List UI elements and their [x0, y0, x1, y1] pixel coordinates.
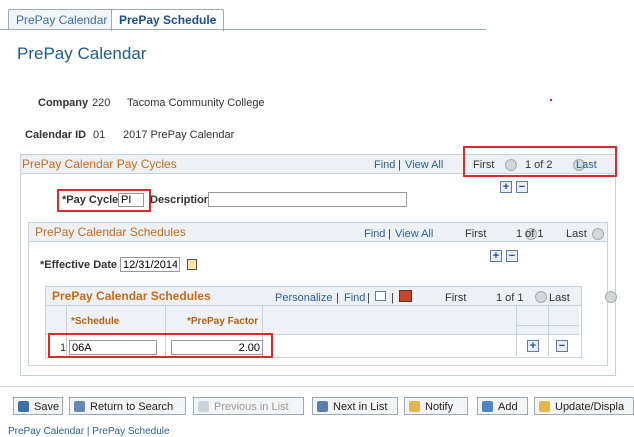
previous-in-list-label: Previous in List	[214, 401, 289, 413]
pay-cycles-find-link[interactable]: Find	[374, 159, 395, 171]
grid-column-header-row	[46, 306, 579, 335]
grid-title: PrePay Calendar Schedules	[52, 289, 211, 303]
add-row-icon[interactable]: +	[490, 250, 502, 262]
effective-date-input[interactable]	[120, 257, 180, 272]
company-name: Tacoma Community College	[127, 97, 265, 109]
notify-icon	[409, 401, 420, 412]
column-divider	[548, 306, 549, 356]
add-icon	[482, 401, 493, 412]
calendar-icon[interactable]	[187, 259, 197, 270]
grid-first[interactable]: First	[445, 292, 466, 304]
tab-prepay-schedule[interactable]: PrePay Schedule	[111, 9, 225, 31]
pay-cycles-first[interactable]: First	[473, 159, 494, 171]
schedules-last[interactable]: Last	[566, 228, 587, 240]
grid-find-link[interactable]: Find	[344, 292, 365, 304]
update-display-icon	[539, 401, 550, 412]
previous-arrow-icon[interactable]	[505, 159, 517, 172]
company-code: 220	[92, 97, 111, 109]
description-input[interactable]	[208, 192, 407, 207]
separator: |	[336, 292, 339, 304]
separator: |	[388, 228, 391, 240]
previous-list-icon	[198, 401, 209, 412]
update-display-label: Update/Displa	[555, 401, 625, 413]
delete-row-icon[interactable]: −	[556, 340, 568, 352]
schedules-counter: 1 of 1	[516, 228, 544, 240]
delete-row-icon[interactable]: −	[516, 181, 528, 193]
pay-cycles-last[interactable]: Last	[576, 159, 597, 171]
column-header-schedule: *Schedule	[71, 316, 120, 327]
return-to-search-label: Return to Search	[90, 401, 174, 413]
schedules-find-link[interactable]: Find	[364, 228, 385, 240]
pay-cycles-view-all-link[interactable]: View All	[405, 159, 443, 171]
add-label: Add	[498, 401, 518, 413]
tab-prepay-calendar[interactable]: PrePay Calendar	[8, 9, 116, 30]
add-button[interactable]: Add	[477, 397, 528, 415]
pay-cycle-input[interactable]	[118, 193, 144, 207]
separator: |	[391, 292, 394, 304]
column-divider	[516, 306, 517, 356]
notify-button[interactable]: Notify	[404, 397, 468, 415]
return-to-search-button[interactable]: Return to Search	[69, 397, 186, 415]
schedule-input[interactable]	[69, 340, 157, 355]
save-label: Save	[34, 401, 60, 413]
prepay-factor-input[interactable]	[171, 340, 263, 355]
calendar-id-label: Calendar ID	[25, 129, 87, 141]
notify-label: Notify	[425, 401, 454, 413]
effective-date-label: *Effective Date	[40, 259, 118, 271]
next-list-icon	[317, 401, 328, 412]
update-display-button[interactable]: Update/Displa	[534, 397, 634, 415]
grid-counter: 1 of 1	[496, 292, 524, 304]
pay-cycle-label: *Pay Cycle	[62, 194, 119, 206]
toolbar-divider	[0, 386, 634, 387]
delete-row-icon[interactable]: −	[506, 250, 518, 262]
download-icon[interactable]	[399, 290, 412, 302]
add-row-icon[interactable]: +	[527, 340, 539, 352]
calendar-id-name: 2017 PrePay Calendar	[123, 129, 235, 141]
tab-bar: PrePay Calendar PrePay Schedule	[0, 0, 634, 31]
schedules-view-all-link[interactable]: View All	[395, 228, 433, 240]
separator: |	[398, 159, 401, 171]
pay-cycles-counter: 1 of 2	[525, 159, 553, 171]
pay-cycles-title: PrePay Calendar Pay Cycles	[22, 157, 177, 171]
next-in-list-button[interactable]: Next in List	[312, 397, 398, 415]
save-icon	[18, 401, 29, 412]
previous-in-list-button[interactable]: Previous in List	[193, 397, 304, 415]
column-header-prepay-factor: *PrePay Factor	[187, 316, 259, 327]
description-label: Description	[150, 194, 211, 206]
separator: |	[367, 292, 370, 304]
return-icon	[74, 401, 85, 412]
save-button[interactable]: Save	[13, 397, 63, 415]
calendar-id-code: 01	[93, 129, 106, 141]
personalize-link[interactable]: Personalize	[275, 292, 332, 304]
row-divider	[516, 325, 579, 326]
footer-links[interactable]: PrePay Calendar | PrePay Schedule	[8, 426, 170, 437]
row-number: 1	[60, 342, 67, 354]
tab-divider	[0, 29, 486, 30]
next-in-list-label: Next in List	[333, 401, 388, 413]
view-all-icon[interactable]	[375, 291, 386, 301]
schedules-title: PrePay Calendar Schedules	[35, 225, 186, 239]
grid-last[interactable]: Last	[549, 292, 570, 304]
schedules-first[interactable]: First	[465, 228, 486, 240]
company-label: Company	[38, 97, 89, 109]
add-row-icon[interactable]: +	[500, 181, 512, 193]
red-dot	[550, 99, 552, 101]
page-title: PrePay Calendar	[17, 44, 147, 63]
